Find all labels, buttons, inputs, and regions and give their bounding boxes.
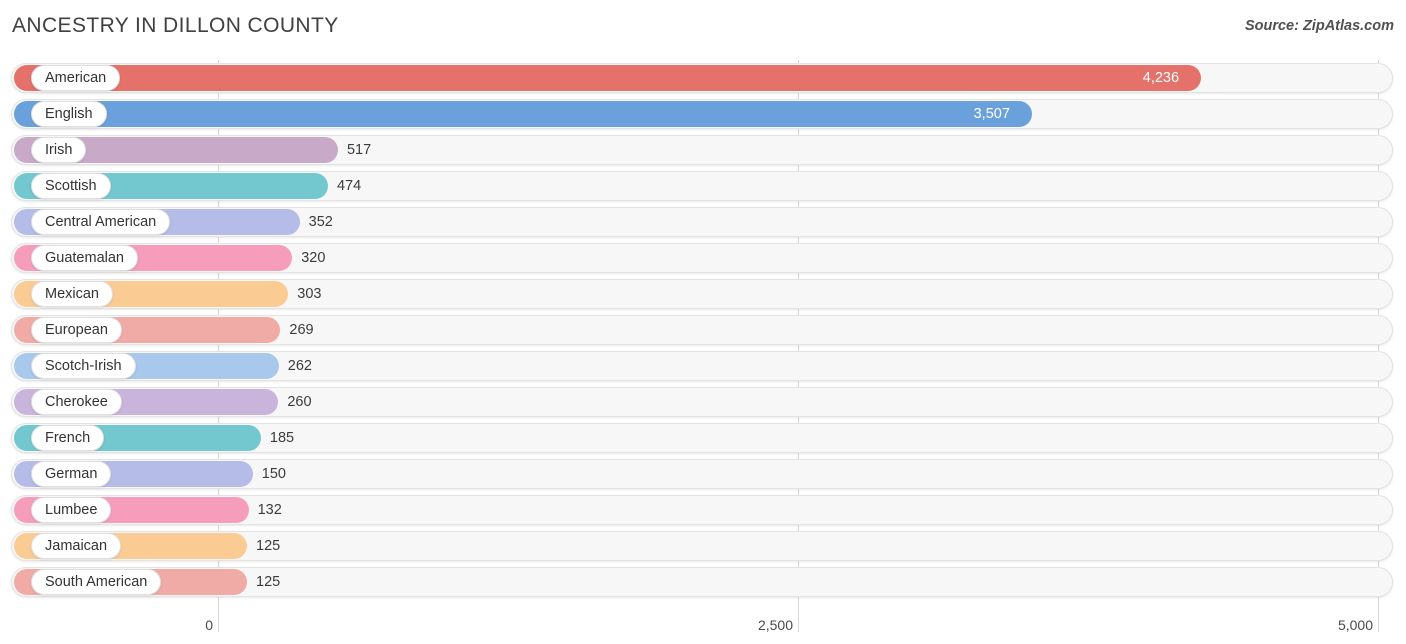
x-tick-label: 2,500 (757, 617, 793, 633)
x-tick-line (798, 606, 799, 632)
category-label-pill: Mexican (31, 281, 113, 307)
category-label: English (45, 105, 93, 122)
category-label-pill: English (31, 101, 107, 127)
category-label: South American (45, 573, 148, 590)
bar-row[interactable]: Guatemalan 320 (0, 240, 1406, 276)
bar-value-label: 150 (261, 466, 286, 482)
bar-value-label: 474 (336, 178, 362, 194)
category-label: Scottish (45, 177, 97, 194)
bar-row[interactable]: South American 125 (0, 564, 1406, 600)
category-label: Scotch-Irish (45, 357, 122, 374)
source-attribution: Source: ZipAtlas.com (1244, 18, 1394, 34)
category-label-pill: Jamaican (31, 533, 122, 559)
bar-value-label: 4,236 (1142, 70, 1180, 86)
category-label: Cherokee (45, 393, 108, 410)
bar-value-label: 262 (287, 358, 312, 374)
category-label-pill: French (31, 425, 105, 451)
bar-row[interactable]: Scotch-Irish 262 (0, 348, 1406, 384)
bar-value-label: 125 (256, 574, 281, 590)
bar-value-label: 352 (308, 214, 333, 230)
category-label-pill: Lumbee (31, 497, 112, 523)
page-title: ANCESTRY IN DILLON COUNTY (12, 14, 339, 37)
value-bar[interactable] (14, 65, 1201, 91)
category-label-pill: Cherokee (31, 389, 122, 415)
bar-value-label: 269 (289, 322, 314, 338)
value-bar[interactable] (14, 101, 1032, 127)
category-label: German (45, 465, 98, 482)
category-label-pill: Irish (31, 137, 87, 163)
category-label: American (45, 69, 107, 86)
bar-row[interactable]: Mexican 303 (0, 276, 1406, 312)
bar-value-label: 260 (287, 394, 312, 410)
chart-header: ANCESTRY IN DILLON COUNTY Source: ZipAtl… (0, 0, 1406, 56)
category-label-pill: German (31, 461, 112, 487)
bar-row[interactable]: Central American 352 (0, 204, 1406, 240)
category-label: Central American (45, 213, 157, 230)
bar-row[interactable]: European 269 (0, 312, 1406, 348)
category-label: French (45, 429, 91, 446)
category-label: Lumbee (45, 501, 98, 518)
category-label-pill: Scottish (31, 173, 111, 199)
bar-row[interactable]: English 3,507 (0, 96, 1406, 132)
category-label-pill: European (31, 317, 122, 343)
category-label: European (45, 321, 108, 338)
x-tick-label: 0 (205, 617, 213, 633)
category-label-pill: South American (31, 569, 162, 595)
category-label-pill: Guatemalan (31, 245, 138, 271)
category-label: Jamaican (45, 537, 108, 554)
bar-value-label: 320 (301, 250, 326, 266)
bar-row[interactable]: German 150 (0, 456, 1406, 492)
bar-row[interactable]: Irish 517 (0, 132, 1406, 168)
bar-value-label: 517 (346, 142, 372, 158)
chart-plot-area: American 4,236 English 3,507 Irish 517 Scottis… (0, 60, 1406, 606)
bar-row[interactable]: Cherokee 260 (0, 384, 1406, 420)
category-label: Mexican (45, 285, 99, 302)
bar-value-label: 125 (256, 538, 281, 554)
bar-row[interactable]: American 4,236 (0, 60, 1406, 96)
bar-value-label: 185 (269, 430, 295, 446)
bar-value-label: 132 (257, 502, 282, 518)
bar-value-label: 303 (297, 286, 322, 302)
bar-row[interactable]: Jamaican 125 (0, 528, 1406, 564)
x-tick-line (1378, 606, 1379, 632)
bar-row[interactable]: French 185 (0, 420, 1406, 456)
bar-row[interactable]: Lumbee 132 (0, 492, 1406, 528)
bar-value-label: 3,507 (973, 106, 1010, 122)
bar-rows: American 4,236 English 3,507 Irish 517 Scottis… (0, 60, 1406, 600)
category-label-pill: Central American (31, 209, 171, 235)
category-label: Irish (45, 141, 73, 158)
bar-row[interactable]: Scottish 474 (0, 168, 1406, 204)
category-label: Guatemalan (45, 249, 124, 266)
x-tick-label: 5,000 (1337, 617, 1373, 633)
category-label-pill: Scotch-Irish (31, 353, 136, 379)
category-label-pill: American (31, 65, 121, 91)
x-axis: 0 2,500 5,000 (0, 606, 1406, 644)
x-tick-line (218, 606, 219, 632)
